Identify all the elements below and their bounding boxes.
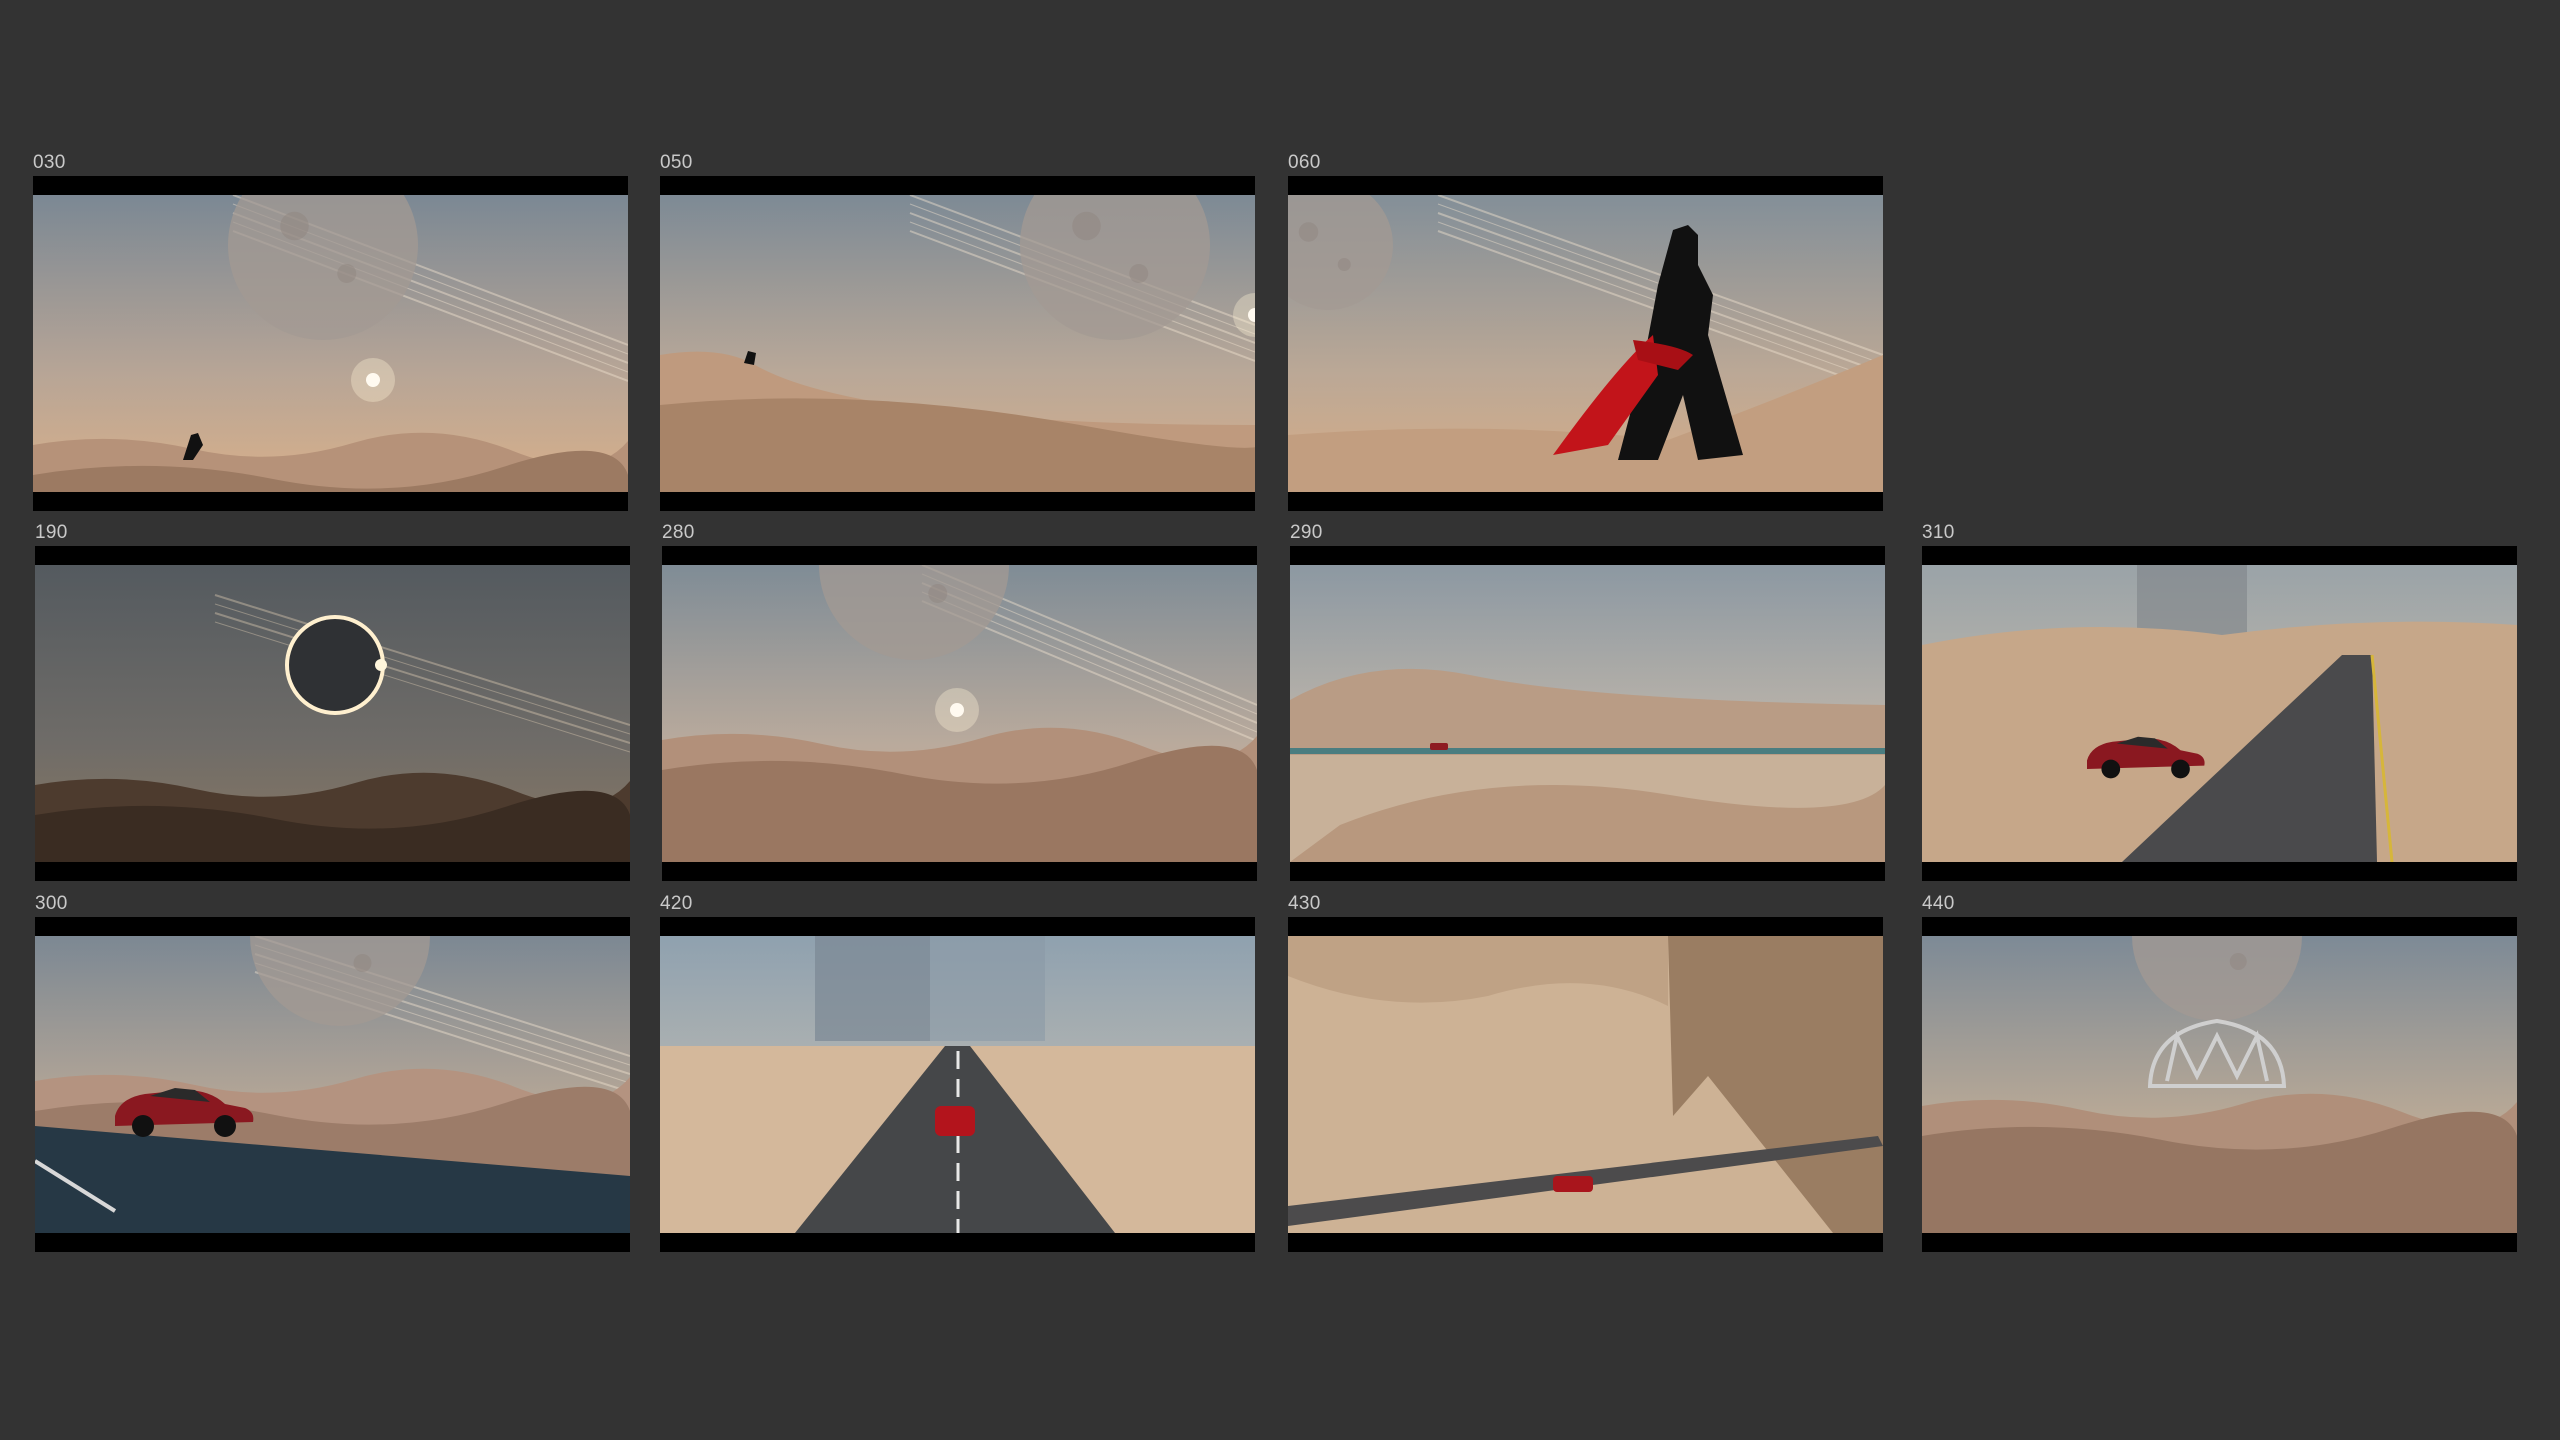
shot-number-label: 310	[1922, 522, 1955, 543]
shot-number-label: 030	[33, 152, 66, 173]
shot-number-label: 280	[662, 522, 695, 543]
shot-number-label: 190	[35, 522, 68, 543]
shot-image	[33, 195, 628, 492]
shot-number-label: 420	[660, 893, 693, 914]
shot-thumbnail-figure-ridge-moon[interactable]	[660, 176, 1255, 511]
shot-image	[1288, 195, 1883, 492]
shot-image	[35, 936, 630, 1233]
shot-image	[662, 565, 1257, 862]
shot-number-label: 430	[1288, 893, 1321, 914]
shot-thumbnail-moon-sunrise-dunes[interactable]	[662, 546, 1257, 881]
shot-number-label: 050	[660, 152, 693, 173]
shot-thumbnail-car-road-monoliths-aerial[interactable]	[660, 917, 1255, 1252]
shot-number-label: 440	[1922, 893, 1955, 914]
shot-image	[35, 565, 630, 862]
shot-thumbnail-car-front-moon[interactable]	[35, 917, 630, 1252]
shot-image	[1288, 936, 1883, 1233]
shot-number-label: 300	[35, 893, 68, 914]
storyboard-board: 030 050 060 190 280 290 310 300 420 430 …	[0, 0, 2560, 1440]
shot-image	[1922, 936, 2517, 1233]
shot-number-label: 060	[1288, 152, 1321, 173]
shot-image	[1290, 565, 1885, 862]
shot-image	[1922, 565, 2517, 862]
shot-image	[660, 936, 1255, 1233]
shot-thumbnail-maybach-logo-dunes[interactable]	[1922, 917, 2517, 1252]
shot-thumbnail-woman-red-dress[interactable]	[1288, 176, 1883, 511]
shot-thumbnail-car-aerial-monolith-shadow[interactable]	[1288, 917, 1883, 1252]
shot-thumbnail-car-desert-road-wide[interactable]	[1290, 546, 1885, 881]
shot-image	[660, 195, 1255, 492]
shot-thumbnail-figure-dune-moon[interactable]	[33, 176, 628, 511]
shot-thumbnail-eclipse-desert[interactable]	[35, 546, 630, 881]
shot-thumbnail-car-road-monolith[interactable]	[1922, 546, 2517, 881]
shot-number-label: 290	[1290, 522, 1323, 543]
